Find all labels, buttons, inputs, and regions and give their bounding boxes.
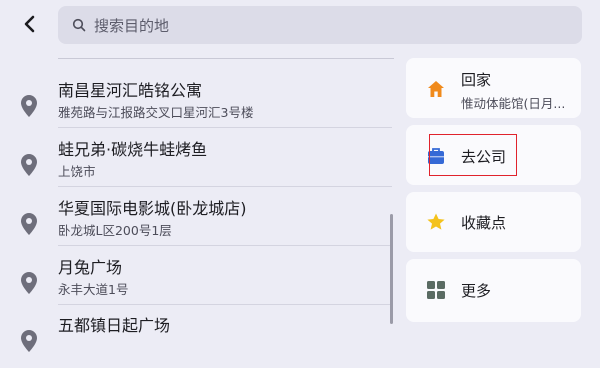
place-address: 卧龙城L区200号1层 <box>58 223 172 238</box>
list-item[interactable]: 月兔广场 永丰大道1号 <box>0 252 392 310</box>
favorites-label: 收藏点 <box>461 214 507 232</box>
scrollbar[interactable] <box>390 214 393 324</box>
list-item[interactable]: 五都镇日起广场 <box>0 310 392 368</box>
favorites-shortcut-button[interactable]: 收藏点 <box>406 192 581 252</box>
star-icon <box>427 213 445 230</box>
home-icon <box>428 81 444 97</box>
place-title: 五都镇日起广场 <box>58 316 171 335</box>
more-shortcut-button[interactable]: 更多 <box>406 259 581 322</box>
back-arrow-icon <box>24 15 35 33</box>
place-address: 上饶市 <box>58 164 96 179</box>
search-input[interactable]: 搜索目的地 <box>58 6 582 44</box>
place-title: 月兔广场 <box>58 258 123 277</box>
list-item[interactable]: 蛙兄弟·碳烧牛蛙烤鱼 上饶市 <box>0 134 392 192</box>
search-placeholder: 搜索目的地 <box>94 16 170 35</box>
divider <box>58 127 392 128</box>
home-shortcut-button[interactable]: 回家 惟动体能馆(日月... <box>406 58 581 118</box>
highlight-box <box>429 134 517 176</box>
place-address: 永丰大道1号 <box>58 282 129 297</box>
place-title: 华夏国际电影城(卧龙城店) <box>58 199 247 218</box>
list-item[interactable]: 华夏国际电影城(卧龙城店) 卧龙城L区200号1层 <box>0 193 392 251</box>
home-address: 惟动体能馆(日月... <box>461 96 566 111</box>
search-icon <box>72 18 86 32</box>
divider <box>58 245 392 246</box>
divider <box>58 304 392 305</box>
location-pin-icon <box>21 272 37 294</box>
back-button[interactable] <box>16 10 44 38</box>
list-top-divider <box>58 58 394 59</box>
place-title: 蛙兄弟·碳烧牛蛙烤鱼 <box>58 140 208 159</box>
location-pin-icon <box>21 154 37 176</box>
list-item[interactable]: 南昌星河汇皓铭公寓 雅苑路与江报路交叉口星河汇3号楼 <box>0 75 392 133</box>
divider <box>58 186 392 187</box>
location-pin-icon <box>21 330 37 352</box>
location-pin-icon <box>21 213 37 235</box>
home-label: 回家 <box>461 71 492 89</box>
place-title: 南昌星河汇皓铭公寓 <box>58 81 203 100</box>
place-address: 雅苑路与江报路交叉口星河汇3号楼 <box>58 105 254 120</box>
location-pin-icon <box>21 95 37 117</box>
grid-icon <box>427 281 445 299</box>
more-label: 更多 <box>461 282 492 300</box>
